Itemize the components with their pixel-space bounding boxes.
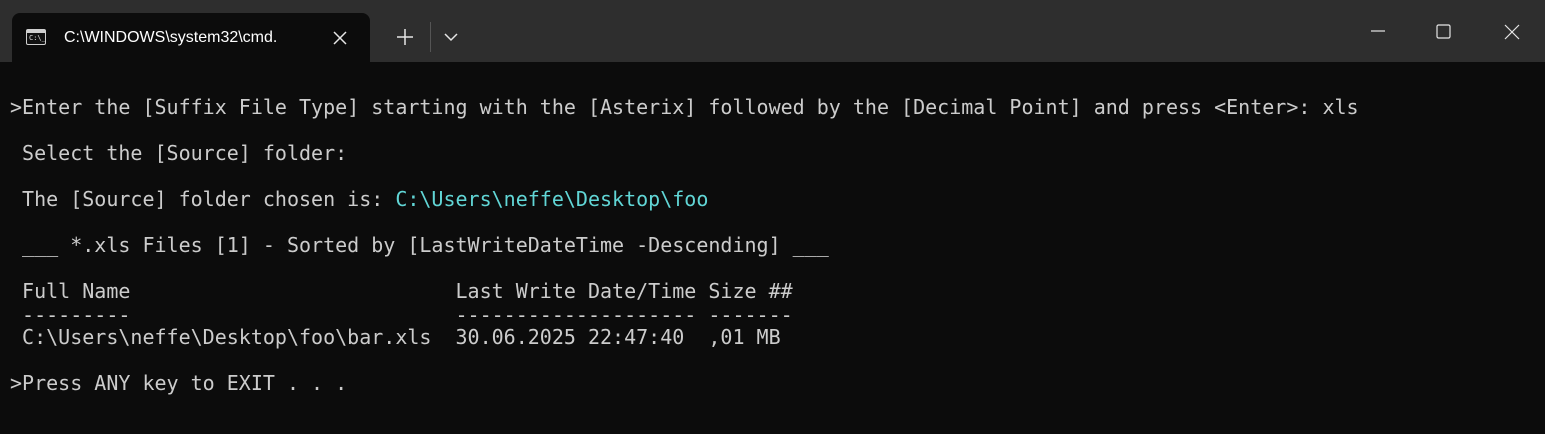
close-icon bbox=[1504, 24, 1520, 40]
close-window-button[interactable] bbox=[1482, 0, 1542, 62]
tab-separator bbox=[430, 22, 431, 52]
table-header: Full Name Last Write Date/Time Size ## bbox=[10, 279, 793, 303]
source-path: C:\Users\neffe\Desktop\foo bbox=[395, 187, 709, 211]
terminal-window: C:\_ C:\WINDOWS\system32\cmd. >Enter the… bbox=[0, 0, 1545, 434]
chevron-down-icon bbox=[444, 33, 458, 42]
tab-title: C:\WINDOWS\system32\cmd. bbox=[64, 29, 278, 46]
minimize-icon bbox=[1371, 30, 1385, 32]
close-tab-button[interactable] bbox=[327, 25, 353, 51]
prompt-line-suffix: >Enter the [Suffix File Type] starting w… bbox=[10, 95, 1359, 119]
exit-prompt-line: >Press ANY key to EXIT . . . bbox=[10, 371, 348, 395]
select-source-line: Select the [Source] folder: bbox=[10, 141, 348, 165]
source-chosen-label: The [Source] folder chosen is: bbox=[10, 187, 396, 211]
plus-icon bbox=[397, 29, 413, 45]
maximize-button[interactable] bbox=[1414, 0, 1474, 62]
minimize-button[interactable] bbox=[1348, 0, 1408, 62]
files-summary-line: ___ *.xls Files [1] - Sorted by [LastWri… bbox=[10, 233, 829, 257]
table-row: C:\Users\neffe\Desktop\foo\bar.xls 30.06… bbox=[10, 325, 781, 349]
cmd-icon: C:\_ bbox=[26, 29, 46, 45]
maximize-icon bbox=[1436, 24, 1451, 39]
source-chosen-line: The [Source] folder chosen is: C:\Users\… bbox=[10, 186, 708, 212]
profiles-dropdown-button[interactable] bbox=[436, 20, 466, 54]
tab-cmd[interactable]: C:\_ C:\WINDOWS\system32\cmd. bbox=[12, 13, 370, 62]
terminal-output[interactable]: >Enter the [Suffix File Type] starting w… bbox=[10, 62, 1540, 432]
title-bar: C:\_ C:\WINDOWS\system32\cmd. bbox=[0, 0, 1545, 62]
new-tab-button[interactable] bbox=[388, 20, 422, 54]
close-icon bbox=[333, 31, 347, 45]
